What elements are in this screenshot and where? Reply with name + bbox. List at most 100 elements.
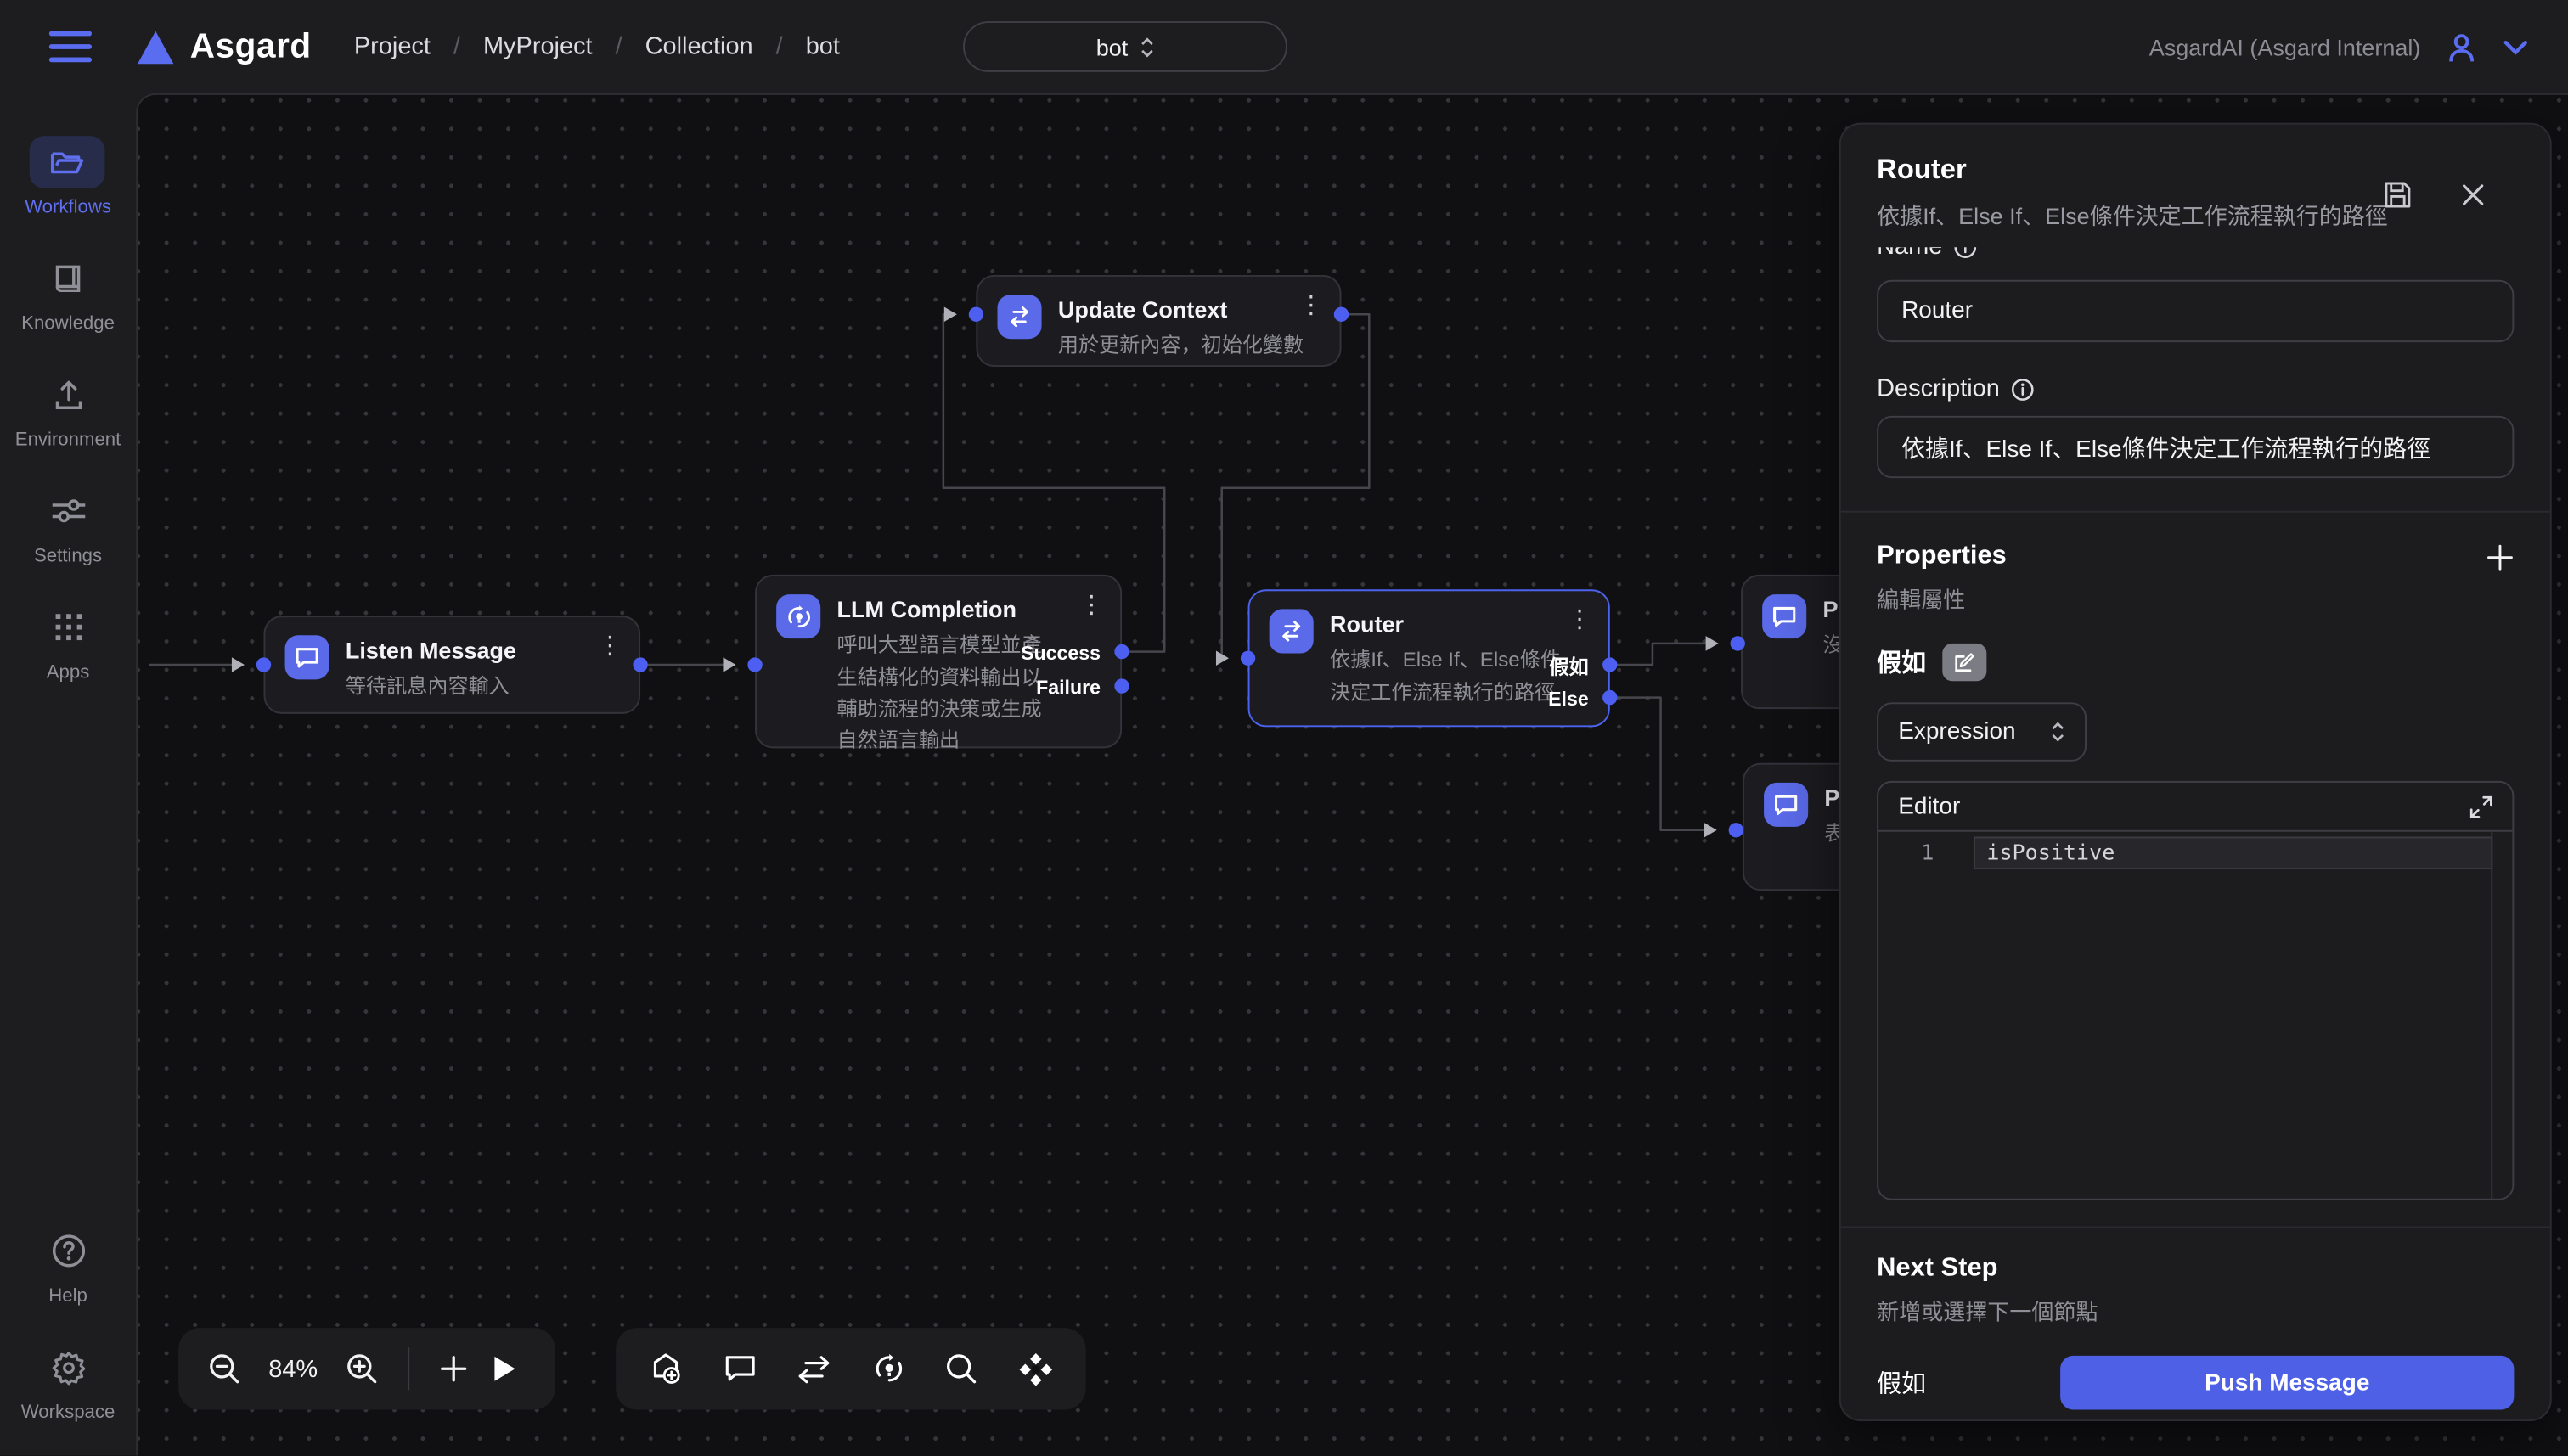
scroll-clip: Name: [1877, 247, 2514, 267]
condition-type-select[interactable]: Expression: [1877, 702, 2086, 761]
node-menu-icon[interactable]: ⋮: [1079, 593, 1104, 617]
description-input[interactable]: [1877, 416, 2514, 478]
next-step-subtitle: 新增或選擇下一個節點: [1877, 1294, 2514, 1327]
logo-triangle-icon: [138, 31, 173, 64]
chevron-down-icon[interactable]: [2503, 38, 2529, 54]
node-menu-icon[interactable]: ⋮: [1568, 607, 1592, 632]
router-node-icon[interactable]: [1019, 1352, 1054, 1386]
breadcrumb-bot[interactable]: bot: [806, 33, 840, 61]
node-subtitle: 用於更新內容，初始化變數: [1058, 331, 1304, 363]
property-name: 假如: [1877, 645, 1926, 680]
panel-description: 依據If、Else If、Else條件決定工作流程執行的路徑: [1877, 200, 2417, 233]
port-router-if[interactable]: [1602, 657, 1617, 672]
node-update-context[interactable]: Update Context 用於更新內容，初始化變數 ⋮: [976, 275, 1341, 367]
edit-property-button[interactable]: [1942, 644, 1986, 681]
add-property-icon[interactable]: [2486, 542, 2514, 571]
node-router[interactable]: Router 依據If、Else If、Else條件決定工作流程執行的路徑 ⋮ …: [1248, 589, 1610, 727]
run-play-icon[interactable]: [492, 1354, 518, 1384]
sidebar-item-environment[interactable]: Environment: [15, 368, 121, 450]
port-push1-in[interactable]: [1731, 636, 1745, 650]
sidebar-item-workspace[interactable]: Workspace: [21, 1341, 115, 1422]
llm-cycle-icon: [776, 594, 820, 638]
node-listen-message[interactable]: Listen Message 等待訊息內容輸入 ⋮: [263, 616, 640, 714]
chat-bubble-icon: [285, 635, 329, 679]
help-circle-icon: [31, 1225, 106, 1278]
node-title: LLM Completion: [836, 594, 1053, 624]
sliders-icon: [31, 485, 106, 537]
port-update-out[interactable]: [1334, 307, 1349, 322]
zoom-in-icon[interactable]: [346, 1352, 379, 1386]
sidebar: Workflows Knowledge Environment Settings: [0, 93, 136, 1456]
push-message-button-if[interactable]: Push Message: [2060, 1356, 2514, 1410]
message-node-icon[interactable]: [724, 1354, 757, 1384]
user-icon[interactable]: [2443, 29, 2479, 65]
node-menu-icon[interactable]: ⋮: [598, 633, 622, 658]
port-router-else[interactable]: [1602, 690, 1617, 705]
node-subtitle: 等待訊息內容輸入: [346, 672, 516, 703]
line-number: 1: [1921, 841, 1934, 866]
editor-scrollbar[interactable]: [2491, 832, 2492, 1199]
port-update-in[interactable]: [969, 307, 983, 322]
zoom-out-icon[interactable]: [208, 1352, 241, 1386]
port-push2-in[interactable]: [1729, 823, 1743, 837]
brand-name: Asgard: [190, 27, 312, 66]
editor-title: Editor: [1898, 793, 1960, 819]
save-icon[interactable]: [2383, 180, 2413, 210]
sidebar-item-settings[interactable]: Settings: [31, 485, 106, 566]
node-config-panel: Router 依據If、Else If、Else條件決定工作流程執行的路徑 Na…: [1839, 123, 2552, 1421]
port-llm-in[interactable]: [747, 657, 762, 672]
sidebar-item-help[interactable]: Help: [31, 1225, 106, 1307]
expand-editor-icon[interactable]: [2469, 795, 2492, 818]
app-window: Asgard Project/ MyProject/ Collection/ b…: [0, 0, 2568, 1455]
llm-node-icon[interactable]: [873, 1352, 906, 1386]
breadcrumb-myproject[interactable]: MyProject: [483, 33, 593, 61]
port-router-in[interactable]: [1241, 651, 1255, 666]
port-listen-out[interactable]: [633, 657, 647, 672]
workflow-selector[interactable]: bot: [963, 21, 1287, 72]
gear-icon: [31, 1341, 106, 1393]
name-label: Name: [1877, 247, 2514, 260]
port-listen-in[interactable]: [256, 657, 271, 672]
description-label: Description: [1877, 375, 2514, 403]
node-title: Listen Message: [346, 635, 516, 665]
top-bar: Asgard Project/ MyProject/ Collection/ b…: [0, 0, 2568, 93]
app-logo: Asgard: [138, 27, 312, 66]
sidebar-item-apps[interactable]: Apps: [31, 601, 106, 683]
output-label-success: Success: [1021, 642, 1101, 665]
node-palette-toolbar: [616, 1328, 1085, 1409]
sidebar-item-workflows[interactable]: Workflows: [25, 136, 111, 217]
upload-icon: [31, 368, 106, 421]
book-icon: [31, 252, 106, 305]
output-label-failure: Failure: [1036, 676, 1101, 699]
node-menu-icon[interactable]: ⋮: [1298, 293, 1323, 318]
swap-arrows-icon: [997, 295, 1041, 339]
breadcrumb-project[interactable]: Project: [354, 33, 431, 61]
chat-bubble-icon: [1764, 783, 1808, 827]
port-llm-failure[interactable]: [1114, 678, 1129, 693]
add-icon[interactable]: [439, 1354, 469, 1384]
expression-editor: Editor 1 isPositive: [1877, 781, 2514, 1200]
node-title: Update Context: [1058, 295, 1304, 324]
code-text: isPositive: [1986, 841, 2115, 866]
name-input[interactable]: [1877, 280, 2514, 342]
node-subtitle: 依據If、Else If、Else條件決定工作流程執行的路徑: [1330, 645, 1579, 709]
next-step-title: Next Step: [1877, 1254, 1997, 1284]
info-icon: [1954, 247, 1977, 258]
swap-arrows-node-icon[interactable]: [797, 1355, 832, 1383]
port-llm-success[interactable]: [1114, 644, 1129, 659]
code-area[interactable]: 1 isPositive: [1878, 832, 2512, 1199]
properties-subtitle: 編輯屬性: [1877, 582, 2514, 615]
account-label: AsgardAI (Asgard Internal): [2149, 34, 2421, 60]
next-step-row-if: 假如 Push Message: [1877, 1356, 2514, 1410]
section-divider: [1841, 511, 2550, 513]
next-step-label-if: 假如: [1877, 1365, 2060, 1400]
select-chevrons-icon: [2051, 721, 2065, 744]
hamburger-menu-icon[interactable]: [49, 31, 92, 63]
add-trigger-icon[interactable]: [649, 1352, 683, 1386]
close-icon[interactable]: [2462, 183, 2485, 206]
node-llm-completion[interactable]: LLM Completion 呼叫大型語言模型並產生結構化的資料輸出以輔助流程的…: [755, 575, 1122, 748]
breadcrumb-collection[interactable]: Collection: [645, 33, 753, 61]
sidebar-item-knowledge[interactable]: Knowledge: [21, 252, 115, 334]
search-node-icon[interactable]: [946, 1352, 979, 1386]
chat-bubble-icon: [1762, 594, 1806, 638]
